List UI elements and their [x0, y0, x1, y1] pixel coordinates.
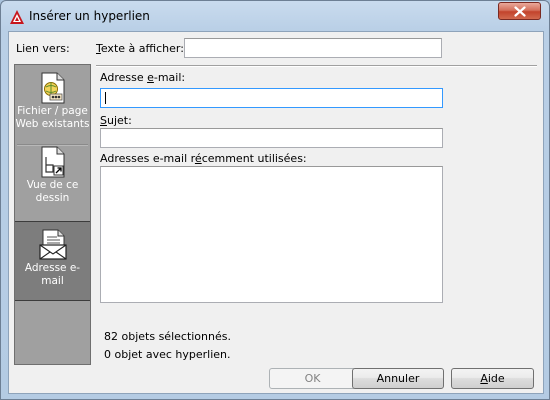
dialog-client-area: Lien vers: Texte à afficher: Fichier / p… — [8, 31, 544, 394]
sidebar-item-existing-file-label: Fichier / page Web existants — [15, 105, 90, 130]
header-separator — [96, 65, 537, 67]
autocad-logo-icon — [10, 10, 24, 24]
display-text-label: Texte à afficher: — [96, 42, 184, 55]
recent-emails-list[interactable] — [100, 166, 443, 303]
existing-file-web-page-icon — [41, 72, 64, 104]
subject-input[interactable] — [100, 128, 443, 148]
link-type-sidebar: Fichier / page Web existants Vue de ce d… — [14, 64, 91, 365]
email-address-icon — [38, 229, 67, 260]
text-caret — [105, 92, 106, 104]
link-to-label: Lien vers: — [16, 42, 70, 55]
sidebar-item-view-of-drawing-label: Vue de ce dessin — [26, 179, 79, 204]
email-label-rest: -mail: — [153, 71, 186, 84]
help-button-rest: ide — [487, 372, 505, 385]
email-label-part: Adresse — [100, 71, 148, 84]
sidebar-item-email-address[interactable]: Adresse e-mail — [15, 221, 90, 301]
sidebar-item-existing-file[interactable]: Fichier / page Web existants — [15, 71, 90, 143]
help-button[interactable]: Aide — [451, 368, 534, 389]
subject-label: Sujet: — [100, 114, 132, 127]
recent-emails-label: Adresses e-mail récemment utilisées: — [100, 152, 307, 165]
subject-label-rest: ujet: — [106, 114, 132, 127]
window-title: Insérer un hyperlien — [29, 9, 150, 23]
recent-label-part1: Adresses e-mail r — [100, 152, 195, 165]
recent-label-rest: cemment utilisées: — [201, 152, 307, 165]
display-text-label-rest: exte à afficher: — [100, 42, 184, 55]
cancel-button[interactable]: Annuler — [352, 368, 444, 389]
sidebar-item-view-of-drawing[interactable]: Vue de ce dessin — [15, 145, 90, 219]
help-button-mnemonic: A — [480, 372, 488, 385]
hyperlink-objects-status: 0 objet avec hyperlien. — [104, 348, 231, 361]
close-button[interactable] — [498, 2, 541, 20]
title-bar[interactable]: Insérer un hyperlien — [1, 1, 549, 31]
selected-objects-status: 82 objets sélectionnés. — [104, 330, 231, 343]
ok-button[interactable]: OK — [269, 368, 356, 389]
display-text-input[interactable] — [184, 38, 442, 58]
email-address-input[interactable] — [100, 88, 443, 108]
email-address-label: Adresse e-mail: — [100, 71, 186, 84]
view-of-drawing-icon — [41, 146, 64, 178]
sidebar-item-email-address-label: Adresse e-mail — [24, 262, 81, 287]
close-icon — [514, 6, 526, 17]
dialog-window: Insérer un hyperlien Lien vers: Texte à … — [0, 0, 550, 400]
